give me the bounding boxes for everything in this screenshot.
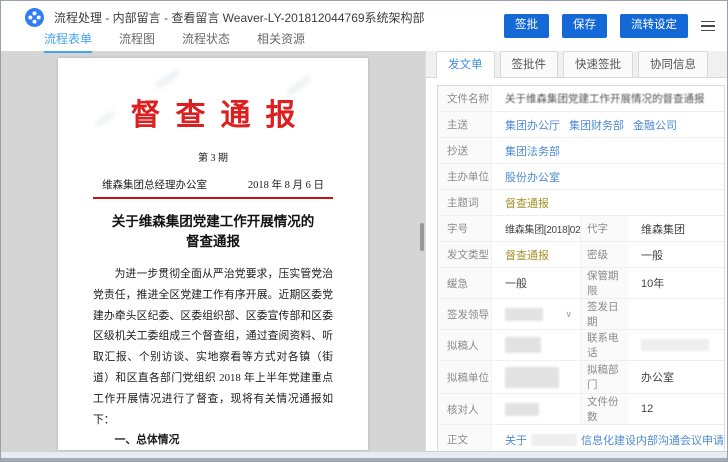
document-page: 督查通报 第 3 期 维森集团总经理办公室 2018 年 8 月 6 日 关于维… xyxy=(58,58,368,450)
dispatch-form-card: 文件名称 关于维森集团党建工作开展情况的督查通报 主送 集团办公厅 集团财务部 … xyxy=(437,85,725,455)
row-sign-leader: 签发领导 ∨ 签发日期 xyxy=(438,299,724,330)
redacted-phone xyxy=(641,339,709,351)
tab-approval-item[interactable]: 签批件 xyxy=(499,51,558,77)
secrecy-value: 一般 xyxy=(641,249,663,262)
document-preview-pane: 督查通报 第 3 期 维森集团总经理办公室 2018 年 8 月 6 日 关于维… xyxy=(1,51,425,453)
tab-flow-form[interactable]: 流程表单 xyxy=(44,30,93,53)
field-label: 签发领导 xyxy=(438,299,492,329)
row-copy-send: 抄送 集团法务部 xyxy=(438,138,724,164)
field-label: 主题词 xyxy=(438,190,492,215)
field-label: 拟稿人 xyxy=(438,330,492,360)
document-title: 关于维森集团党建工作开展情况的 督查通报 xyxy=(111,214,315,249)
row-drafter: 拟稿人 联系电话 xyxy=(438,330,724,361)
field-label: 缓急 xyxy=(438,268,492,298)
gazette-masthead: 督查通报 xyxy=(130,99,311,132)
tab-flow-status[interactable]: 流程状态 xyxy=(182,30,230,53)
row-host-unit: 主办单位 股份办公室 xyxy=(438,164,724,190)
dai-zi-value: 维森集团 xyxy=(641,223,685,236)
field-label: 拟稿部门 xyxy=(580,361,628,393)
org-link[interactable]: 集团法务部 xyxy=(505,143,560,159)
save-button[interactable]: 保存 xyxy=(562,14,607,38)
redacted-checker xyxy=(505,402,539,416)
field-label: 密级 xyxy=(580,242,628,267)
field-label: 签发日期 xyxy=(580,299,628,329)
redacted-doc-middle xyxy=(531,433,577,446)
org-link[interactable]: 股份办公室 xyxy=(505,169,560,185)
field-label: 字号 xyxy=(438,216,492,241)
page-title: 流程处理 - 内部留言 - 查看留言 Weaver-LY-20181204476… xyxy=(54,10,425,25)
retention-value: 10年 xyxy=(641,278,665,290)
gazette-issue: 第 3 期 xyxy=(198,153,228,164)
workflow-nav-tabs: 流程表单 流程图 流程状态 相关资源 xyxy=(44,30,305,53)
urgency-value: 一般 xyxy=(505,278,527,290)
tab-quick-approval[interactable]: 快速签批 xyxy=(563,51,633,77)
field-label: 保管期限 xyxy=(580,268,628,298)
field-label: 主送 xyxy=(438,112,492,137)
field-label: 发文类型 xyxy=(438,242,492,267)
app-window: 流程处理 - 内部留言 - 查看留言 Weaver-LY-20181204476… xyxy=(0,0,728,462)
tab-flow-chart[interactable]: 流程图 xyxy=(119,30,155,53)
field-label: 核对人 xyxy=(438,394,492,424)
tab-related-res[interactable]: 相关资源 xyxy=(257,30,305,53)
field-label: 代字 xyxy=(580,216,628,241)
header: 流程处理 - 内部留言 - 查看留言 Weaver-LY-20181204476… xyxy=(1,1,727,53)
doc-paragraph: 为进一步贯彻全面从严治党要求，压实管党治党责任，推进全区党建工作有序开展。近期区… xyxy=(93,268,333,426)
vertical-scrollbar-thumb[interactable] xyxy=(420,223,424,251)
row-body-doc: 正文 关于 信息化建设内部沟通会议申请 xyxy=(438,425,724,454)
chevron-down-icon[interactable]: ∨ xyxy=(565,309,572,320)
field-label: 文件份数 xyxy=(580,394,628,424)
tab-dispatch-form[interactable]: 发文单 xyxy=(436,51,495,78)
hamburger-menu-icon[interactable] xyxy=(701,19,715,34)
form-pane: 发文单 签批件 快速签批 协同信息 文件名称 关于维森集团党建工作开展情况的督查… xyxy=(425,51,727,455)
body-doc-link-suffix[interactable]: 信息化建设内部沟通会议申请 xyxy=(581,432,724,448)
field-label: 拟稿单位 xyxy=(438,361,492,393)
draft-dept-value: 办公室 xyxy=(641,372,674,384)
sign-approve-button[interactable]: 签批 xyxy=(504,14,549,38)
row-doc-type: 发文类型 督查通报 密级 一般 xyxy=(438,242,724,268)
row-file-name: 文件名称 关于维森集团党建工作开展情况的督查通报 xyxy=(438,86,724,112)
tab-collab-info[interactable]: 协同信息 xyxy=(638,51,708,77)
row-urgency: 缓急 一般 保管期限 10年 xyxy=(438,268,724,299)
watermark-mark xyxy=(154,69,180,90)
row-checker: 核对人 文件份数 12 xyxy=(438,394,724,425)
org-link[interactable]: 集团财务部 xyxy=(569,117,624,133)
row-main-send: 主送 集团办公厅 集团财务部 金融公司 xyxy=(438,112,724,138)
field-label: 正文 xyxy=(438,425,492,454)
weaver-pinwheel-logo xyxy=(25,7,44,27)
bottom-scroll-strip[interactable] xyxy=(1,451,727,461)
field-label: 联系电话 xyxy=(580,330,628,360)
org-link[interactable]: 金融公司 xyxy=(633,117,677,133)
redacted-draft-unit xyxy=(505,366,559,388)
doc-type-value: 督查通报 xyxy=(505,249,549,262)
row-subject-word: 主题词 督查通报 xyxy=(438,190,724,216)
redacted-drafter xyxy=(505,337,541,353)
copies-value: 12 xyxy=(641,403,654,415)
red-divider xyxy=(93,197,333,199)
file-name-value: 关于维森集团党建工作开展情况的督查通报 xyxy=(505,93,705,105)
document-body: 为进一步贯彻全面从严治党要求，压实管党治党责任，推进全区党建工作有序开展。近期区… xyxy=(93,264,333,450)
field-label: 主办单位 xyxy=(438,164,492,189)
body-doc-link-prefix[interactable]: 关于 xyxy=(505,432,527,448)
flow-settings-button[interactable]: 流转设定 xyxy=(620,14,688,38)
row-doc-number: 字号 维森集团[2018]023号 代字 维森集团 xyxy=(438,216,724,242)
field-label: 文件名称 xyxy=(438,86,492,111)
doc-section-heading: 一、总体情况 xyxy=(114,434,180,447)
redacted-sign-leader xyxy=(505,307,543,321)
field-label: 抄送 xyxy=(438,138,492,163)
issue-date: 2018 年 8 月 6 日 xyxy=(247,180,324,191)
form-tab-strip: 发文单 签批件 快速签批 协同信息 xyxy=(426,51,727,78)
subject-word-value: 督查通报 xyxy=(505,197,549,210)
org-link[interactable]: 集团办公厅 xyxy=(505,117,560,133)
issuing-office: 维森集团总经理办公室 xyxy=(102,180,207,191)
row-draft-unit: 拟稿单位 拟稿部门 办公室 xyxy=(438,361,724,394)
